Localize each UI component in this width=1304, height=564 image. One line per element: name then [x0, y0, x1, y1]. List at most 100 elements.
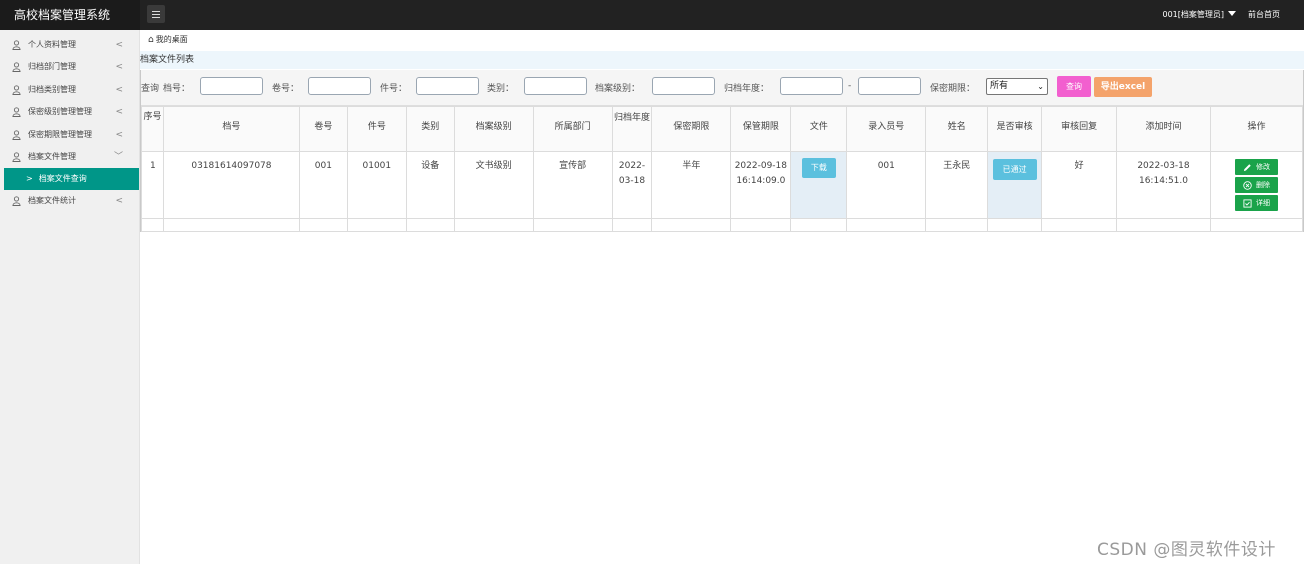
sidebar-item-archive-files[interactable]: 档案文件管理 ﹀ [0, 146, 139, 168]
filter-bar: 查询 档号： 卷号： 件号： 类别： 档案级别： 归档年度： - 保密期限： 所… [141, 70, 1303, 106]
review-status-badge[interactable]: 已通过 [992, 159, 1037, 180]
cell-seq: 1 [141, 151, 164, 219]
edit-button-label: 修改 [1255, 162, 1270, 171]
header-item-no: 件号 [346, 106, 407, 152]
user-icon [12, 62, 21, 73]
sidebar-subitem-archive-query[interactable]: > 档案文件查询 [4, 168, 139, 191]
query-prefix: 查询 [141, 84, 160, 94]
sidebar-item-label: 保密期限管理管理 [28, 129, 92, 139]
sidebar-subitem-label: 档案文件查询 [38, 174, 87, 184]
level-label: 档案级别： [595, 84, 641, 94]
download-button[interactable]: 下载 [801, 158, 836, 178]
user-icon [12, 196, 21, 207]
cell-actions: 修改 删除 详细 [1209, 151, 1304, 219]
cell-keep-period: 2022-09-18 16:14:09.0 [730, 151, 792, 219]
chevron-left-icon: < [115, 40, 123, 50]
header-category: 类别 [405, 106, 455, 152]
top-navbar: 高校档案管理系统 001[档案管理员] 前台首页 [0, 0, 1304, 30]
breadcrumb-label[interactable]: 我的桌面 [156, 35, 188, 44]
cell-level: 文书级别 [453, 151, 534, 219]
chevron-down-icon: ﹀ [113, 151, 123, 162]
item-no-input[interactable] [416, 77, 479, 95]
chevron-left-icon: < [115, 107, 123, 118]
year-to-input[interactable] [858, 77, 921, 95]
header-department: 所属部门 [532, 106, 613, 152]
period-select[interactable]: 所有 ⌄ [986, 78, 1048, 95]
user-icon [12, 129, 21, 140]
archive-table: 序号 档号 卷号 件号 类别 档案级别 所属部门 归档年度 保密期限 保管期限 … [141, 106, 1304, 232]
cell-review-reply: 好 [1041, 151, 1118, 219]
header-year: 归档年度 [611, 106, 653, 152]
chevron-right-icon: > [26, 174, 33, 184]
menu-toggle-icon[interactable] [147, 5, 165, 23]
level-input[interactable] [652, 77, 715, 95]
sidebar-item-secrecy-level[interactable]: 保密级别管理管理 < [0, 101, 139, 123]
breadcrumb: ⌂ 我的桌面 [148, 33, 188, 47]
header-keep-period: 保管期限 [730, 106, 792, 152]
chevron-left-icon: < [115, 84, 123, 95]
year-from-input[interactable] [780, 77, 843, 95]
detail-button-label: 详细 [1255, 198, 1270, 207]
header-file: 文件 [790, 106, 848, 152]
archive-no-label: 档号： [163, 84, 191, 94]
chevron-left-icon: < [115, 129, 123, 140]
cell-file: 下载 [790, 151, 848, 219]
cell-review-status: 已通过 [987, 151, 1043, 219]
sidebar-item-profile[interactable]: 个人资料管理 < [0, 34, 139, 56]
item-no-label: 件号： [380, 84, 408, 94]
front-home-link[interactable]: 前台首页 [1248, 0, 1280, 30]
volume-no-input[interactable] [308, 77, 371, 95]
sidebar-item-department[interactable]: 归档部门管理 < [0, 56, 139, 78]
cell-department: 宣传部 [532, 151, 613, 219]
year-label: 归档年度： [724, 84, 770, 94]
app-title: 高校档案管理系统 [0, 0, 140, 30]
edit-button[interactable]: 修改 [1234, 159, 1278, 175]
sidebar-item-label: 保密级别管理管理 [28, 107, 92, 117]
query-button[interactable]: 查询 [1057, 76, 1091, 97]
sidebar-item-secrecy-period[interactable]: 保密期限管理管理 < [0, 124, 139, 146]
cell-secrecy-period: 半年 [651, 151, 732, 219]
cell-year: 2022-03-18 [611, 151, 653, 219]
delete-button-label: 删除 [1255, 180, 1270, 189]
header-added-time: 添加时间 [1116, 106, 1211, 152]
header-name: 姓名 [925, 106, 989, 152]
export-excel-button[interactable]: 导出excel [1094, 77, 1152, 97]
chevron-down-icon: ⌄ [1037, 82, 1044, 91]
archive-no-input[interactable] [200, 77, 263, 95]
table-header-row: 序号 档号 卷号 件号 类别 档案级别 所属部门 归档年度 保密期限 保管期限 … [141, 106, 1304, 152]
category-input[interactable] [524, 77, 587, 95]
list-title: 档案文件列表 [140, 51, 1304, 69]
sidebar-item-statistics[interactable]: 档案文件统计 < [0, 190, 139, 212]
chevron-left-icon: < [115, 62, 123, 73]
header-actions: 操作 [1209, 106, 1304, 152]
table-empty-row [141, 218, 1304, 232]
close-circle-icon [1243, 180, 1252, 190]
header-seq: 序号 [141, 106, 164, 152]
user-icon [12, 85, 21, 95]
user-icon [12, 152, 21, 162]
sidebar-item-label: 档案文件统计 [28, 196, 76, 206]
header-level: 档案级别 [453, 106, 534, 152]
top-right-links: 001[档案管理员] 前台首页 [1162, 0, 1280, 30]
home-icon: ⌂ [148, 35, 154, 45]
cell-name: 王永民 [925, 151, 989, 219]
cell-added-time: 2022-03-18 16:14:51.0 [1116, 151, 1211, 219]
delete-button[interactable]: 删除 [1234, 177, 1278, 193]
period-label: 保密期限： [930, 84, 976, 94]
user-icon [12, 107, 21, 118]
header-reviewed: 是否审核 [987, 106, 1043, 152]
sidebar-item-label: 档案文件管理 [28, 151, 76, 161]
watermark: CSDN @图灵软件设计 [1097, 540, 1276, 560]
caret-down-icon [1228, 11, 1236, 16]
detail-button[interactable]: 详细 [1234, 195, 1278, 211]
header-volume-no: 卷号 [298, 106, 348, 152]
sidebar-item-label: 个人资料管理 [28, 40, 76, 49]
chevron-left-icon: < [115, 196, 123, 207]
sidebar-item-category[interactable]: 归档类别管理 < [0, 79, 139, 101]
header-review-reply: 审核回复 [1041, 106, 1118, 152]
user-menu[interactable]: 001[档案管理员] [1162, 0, 1236, 30]
header-archive-no: 档号 [162, 106, 300, 152]
period-select-value: 所有 [990, 81, 1009, 91]
year-range-dash: - [848, 81, 852, 91]
category-label: 类别： [487, 84, 515, 94]
